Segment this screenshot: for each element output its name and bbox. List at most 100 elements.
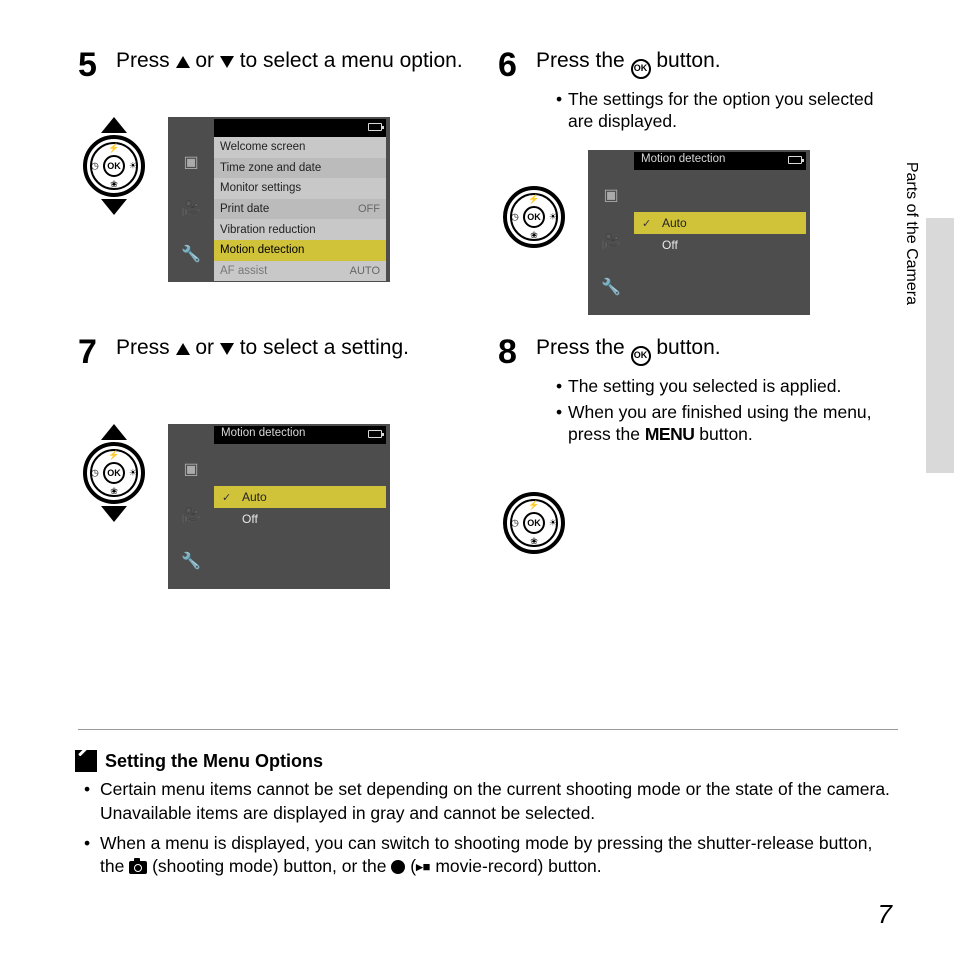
text-fragment: Press the: [536, 336, 631, 359]
up-arrow-icon: [101, 117, 127, 133]
battery-icon: [368, 123, 382, 131]
step-number: 7: [78, 335, 116, 369]
text-fragment: button.: [651, 49, 721, 72]
lcd-title: Motion detection: [221, 427, 305, 439]
camera-icon: [129, 861, 147, 874]
text-fragment: Press: [116, 49, 176, 72]
macro-icon: ❀: [530, 230, 538, 241]
timer-icon: ◷: [91, 468, 99, 479]
option-selected: Auto: [634, 212, 806, 234]
timer-icon: ◷: [511, 517, 519, 528]
flash-icon: ⚡: [108, 143, 119, 154]
lcd-screen-options: Motion detection ▣ 🎥 🔧 Auto Off: [588, 150, 810, 315]
multi-selector-illustration: ⚡ ❀ ◷ ☀ OK: [78, 117, 150, 215]
side-label: Parts of the Camera: [902, 162, 920, 305]
page-side-tab: [926, 218, 954, 473]
step-number: 6: [498, 48, 536, 136]
exposure-icon: ☀: [549, 212, 557, 223]
text-fragment: movie-record) button.: [430, 856, 601, 876]
down-triangle-icon: [220, 343, 234, 355]
pencil-icon: [75, 750, 97, 772]
movie-record-icon: ▸■: [416, 859, 430, 874]
video-tab-icon: 🎥: [588, 218, 634, 264]
menu-row: Time zone and date: [214, 158, 386, 179]
text-fragment: button.: [651, 336, 721, 359]
step-text: Press or to select a menu option.: [116, 48, 478, 74]
timer-icon: ◷: [511, 212, 519, 223]
text-fragment: or: [190, 336, 220, 359]
text-fragment: to select a setting.: [234, 336, 409, 359]
camera-tab-icon: ▣: [168, 139, 214, 185]
up-arrow-icon: [101, 424, 127, 440]
flash-icon: ⚡: [108, 450, 119, 461]
down-arrow-icon: [101, 199, 127, 215]
flash-icon: ⚡: [528, 194, 539, 205]
step-7: 7 Press or to select a setting.: [78, 335, 478, 369]
multi-selector-illustration: ⚡ ❀ ◷ ☀ OK: [498, 492, 570, 554]
macro-icon: ❀: [110, 179, 118, 190]
option: Off: [634, 234, 806, 256]
video-tab-icon: 🎥: [168, 492, 214, 538]
flash-icon: ⚡: [528, 500, 539, 511]
video-tab-icon: 🎥: [168, 185, 214, 231]
ok-icon: OK: [631, 346, 651, 366]
setup-tab-icon: 🔧: [588, 264, 634, 310]
menu-row: Print dateOFF: [214, 199, 386, 220]
dial-icon: ⚡ ❀ ◷ ☀ OK: [503, 186, 565, 248]
text-fragment: Press: [116, 336, 176, 359]
multi-selector-illustration: ⚡ ❀ ◷ ☀ OK: [78, 424, 150, 522]
step-6: 6 Press the OK button. The settings for …: [498, 48, 898, 136]
record-dot-icon: [391, 860, 405, 874]
dial-icon: ⚡ ❀ ◷ ☀ OK: [83, 442, 145, 504]
exposure-icon: ☀: [549, 517, 557, 528]
macro-icon: ❀: [530, 536, 538, 547]
option-selected: Auto: [214, 486, 386, 508]
note-heading: Setting the Menu Options: [105, 751, 323, 772]
dial-icon: ⚡ ❀ ◷ ☀ OK: [83, 135, 145, 197]
ok-button-icon: OK: [523, 206, 545, 228]
step-number: 8: [498, 335, 536, 449]
page-number: 7: [878, 899, 892, 930]
menu-word-icon: MENU: [645, 424, 695, 444]
bullet-item: The setting you selected is applied.: [556, 376, 898, 398]
battery-icon: [368, 430, 382, 438]
text-fragment: (shooting mode) button, or the: [147, 856, 391, 876]
menu-row: Vibration reduction: [214, 219, 386, 240]
exposure-icon: ☀: [129, 161, 137, 172]
macro-icon: ❀: [110, 486, 118, 497]
up-triangle-icon: [176, 56, 190, 68]
text-fragment: to select a menu option.: [234, 49, 463, 72]
timer-icon: ◷: [91, 161, 99, 172]
text-fragment: (: [405, 856, 416, 876]
down-triangle-icon: [220, 56, 234, 68]
text-fragment: Press the: [536, 49, 631, 72]
note-section: Setting the Menu Options Certain menu it…: [78, 729, 898, 879]
text-fragment: button.: [694, 424, 752, 444]
down-arrow-icon: [101, 506, 127, 522]
ok-button-icon: OK: [523, 512, 545, 534]
bullet-item: When you are finished using the menu, pr…: [556, 402, 898, 446]
ok-button-icon: OK: [103, 462, 125, 484]
setup-tab-icon: 🔧: [168, 538, 214, 584]
step-text: Press or to select a setting.: [116, 335, 478, 361]
step-text: Press the OK button.: [536, 48, 898, 79]
note-bullet: When a menu is displayed, you can switch…: [78, 832, 898, 879]
up-triangle-icon: [176, 343, 190, 355]
note-bullet: Certain menu items cannot be set dependi…: [78, 778, 898, 825]
text-fragment: or: [190, 49, 220, 72]
ok-icon: OK: [631, 59, 651, 79]
setup-tab-icon: 🔧: [168, 231, 214, 277]
camera-tab-icon: ▣: [588, 172, 634, 218]
multi-selector-illustration: ⚡ ❀ ◷ ☀ OK: [498, 150, 570, 248]
menu-row: Monitor settings: [214, 178, 386, 199]
step-number: 5: [78, 48, 116, 82]
menu-row: Welcome screen: [214, 137, 386, 158]
step-text: Press the OK button.: [536, 335, 898, 366]
menu-row-selected: Motion detection: [214, 240, 386, 261]
lcd-screen-menu: ▣ 🎥 🔧 Welcome screen Time zone and date …: [168, 117, 390, 282]
camera-tab-icon: ▣: [168, 446, 214, 492]
battery-icon: [788, 156, 802, 164]
ok-button-icon: OK: [103, 155, 125, 177]
bullet-item: The settings for the option you selected…: [556, 89, 898, 133]
dial-icon: ⚡ ❀ ◷ ☀ OK: [503, 492, 565, 554]
